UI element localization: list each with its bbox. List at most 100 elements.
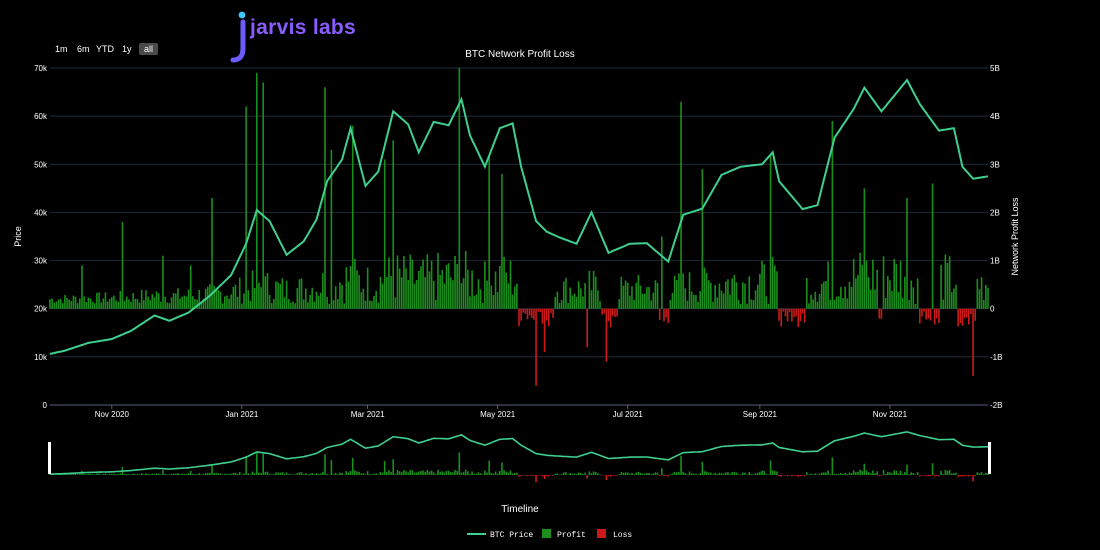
- navigator-profit-bar: [275, 472, 277, 475]
- profit-bar: [426, 254, 429, 309]
- profit-bar: [311, 287, 314, 309]
- navigator-profit-bar: [443, 472, 446, 475]
- navigator-profit-bar: [942, 474, 945, 475]
- navigator-profit-bar: [471, 471, 473, 475]
- profit-bar: [597, 290, 599, 309]
- profit-bar: [189, 265, 192, 309]
- navigator-profit-bar: [351, 457, 354, 475]
- y-right-tick-label: -1B: [990, 353, 1002, 362]
- navigator-profit-bar: [731, 472, 733, 475]
- navigator-profit-bar: [392, 459, 395, 475]
- profit-bar: [624, 280, 627, 309]
- navigator-profit-bar: [102, 474, 105, 475]
- loss-bar: [963, 308, 966, 319]
- profit-bar: [558, 302, 561, 309]
- profit-bar: [889, 280, 891, 309]
- profit-bar: [505, 272, 508, 309]
- navigator-handle-right[interactable]: [988, 442, 991, 474]
- chart-title: BTC Network Profit Loss: [465, 49, 575, 60]
- navigator-profit-bar: [349, 470, 352, 475]
- profit-bar: [81, 265, 83, 309]
- navigator-profit-bar: [656, 472, 659, 475]
- navigator-profit-bar: [771, 470, 774, 475]
- navigator-profit-bar: [160, 474, 162, 475]
- navigator-profit-bar: [251, 471, 254, 475]
- navigator-profit-bar: [910, 472, 913, 475]
- navigator-profit-bar: [192, 473, 194, 475]
- navigator-profit-bar: [236, 473, 239, 475]
- profit-bar: [187, 289, 190, 309]
- profit-bar: [317, 295, 320, 309]
- navigator-profit-bar: [336, 474, 339, 475]
- navigator-profit-bar: [742, 472, 744, 475]
- navigator-handle-left[interactable]: [48, 442, 51, 474]
- profit-bar: [432, 280, 435, 309]
- navigator-profit-bar: [454, 470, 456, 475]
- profit-bar: [113, 295, 115, 309]
- navigator-profit-bar: [76, 474, 79, 475]
- navigator-profit-bar: [680, 455, 682, 475]
- navigator-profit-bar: [950, 473, 953, 475]
- navigator-profit-bar: [565, 472, 567, 475]
- profit-bar: [283, 297, 286, 309]
- navigator-loss-bar: [974, 475, 977, 477]
- navigator-profit-bar: [164, 473, 166, 475]
- profit-bar: [467, 269, 469, 309]
- profit-bar: [950, 292, 953, 309]
- loss-bar: [933, 308, 936, 325]
- navigator-profit-bar: [138, 474, 141, 475]
- navigator-loss-bar: [552, 475, 554, 476]
- profit-bar: [876, 269, 878, 309]
- loss-bar: [609, 308, 612, 328]
- profit-bar: [771, 257, 774, 309]
- profit-bar: [177, 288, 179, 309]
- profit-bar: [192, 296, 194, 309]
- profit-bar: [134, 298, 137, 309]
- navigator-profit-bar: [560, 474, 563, 475]
- navigator-profit-bar: [168, 474, 171, 475]
- profit-bar: [292, 301, 294, 309]
- profit-bar: [247, 290, 250, 309]
- navigator-profit-bar: [462, 472, 465, 475]
- loss-bar: [788, 308, 791, 313]
- navigator-profit-bar: [213, 472, 215, 475]
- navigator-profit-bar: [153, 473, 156, 475]
- navigator-profit-bar: [904, 472, 906, 475]
- loss-bar: [795, 308, 797, 317]
- loss-bar: [784, 308, 787, 317]
- y-left-tick-label: 50k: [34, 160, 48, 169]
- profit-bar: [422, 259, 424, 309]
- navigator-profit-bar: [562, 472, 565, 475]
- navigator-loss-bar: [526, 475, 529, 476]
- profit-bar: [351, 125, 354, 309]
- profit-bar: [138, 302, 141, 309]
- profit-bar: [985, 284, 987, 309]
- profit-bar: [869, 289, 872, 309]
- navigator-profit-bar: [869, 473, 872, 475]
- navigator-loss-bar: [959, 475, 962, 477]
- x-tick-label: Jan 2021: [225, 410, 258, 419]
- profit-bar: [87, 297, 90, 309]
- profit-bar: [710, 282, 712, 309]
- navigator-profit-bar: [305, 473, 307, 475]
- profit-bar: [584, 283, 586, 309]
- navigator-profit-bar: [908, 474, 910, 475]
- profit-bar: [230, 294, 233, 309]
- navigator-profit-bar: [980, 472, 983, 475]
- profit-bar: [290, 302, 292, 309]
- navigator-profit-bar: [458, 452, 461, 475]
- navigator-profit-bar: [629, 473, 631, 475]
- profit-bar: [716, 297, 719, 309]
- profit-bar: [701, 169, 704, 309]
- navigator-profit-bar: [407, 472, 409, 475]
- x-tick-label: Mar 2021: [351, 410, 385, 419]
- navigator-profit-bar: [848, 472, 851, 475]
- profit-bar: [693, 294, 695, 309]
- profit-bar: [479, 289, 482, 309]
- profit-bar: [661, 236, 663, 309]
- loss-bar: [539, 308, 542, 313]
- profit-bar: [262, 82, 264, 309]
- profit-bar: [620, 276, 623, 309]
- profit-bar: [577, 281, 580, 309]
- navigator-profit-bar: [166, 474, 169, 475]
